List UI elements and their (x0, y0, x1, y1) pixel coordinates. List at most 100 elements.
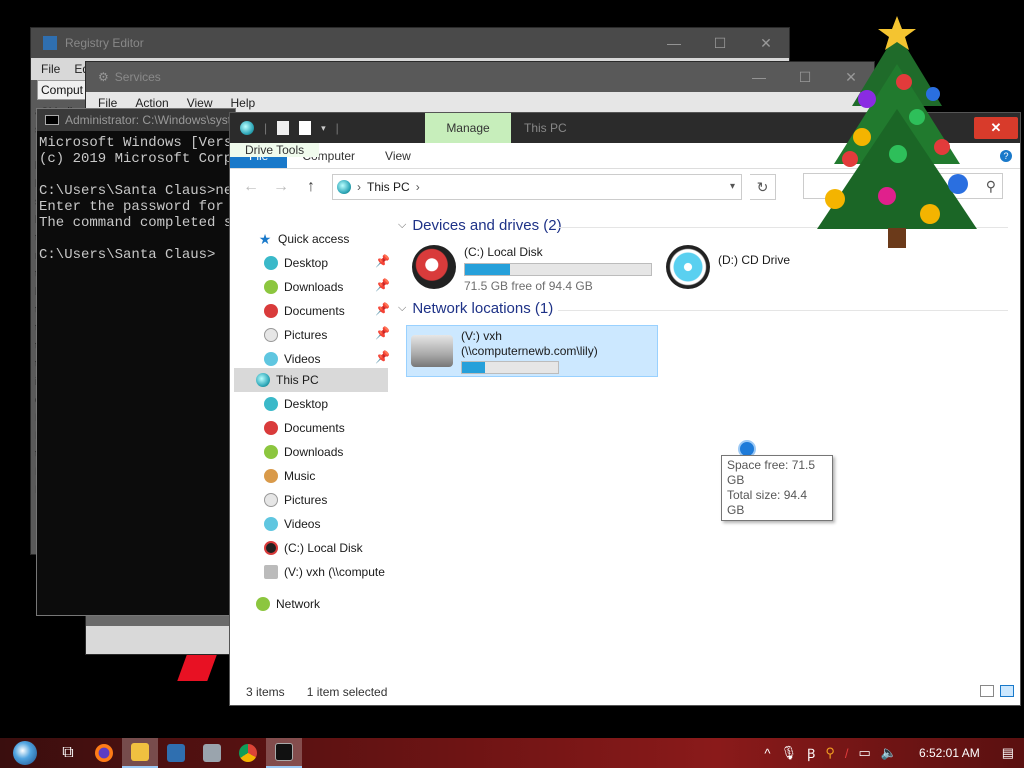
address-bar[interactable]: › This PC › ▾ (332, 174, 742, 200)
cmd-titlebar[interactable]: Administrator: C:\Windows\syst (37, 109, 235, 131)
network-drive-icon (411, 335, 453, 367)
back-icon[interactable]: ← (240, 178, 262, 196)
services-title: Services (114, 70, 161, 84)
breadcrumb-separator[interactable]: › (416, 180, 420, 194)
nav-qa-videos[interactable]: Videos (264, 348, 320, 370)
this-pc-icon (256, 373, 270, 387)
show-hidden-icons[interactable]: ^ (764, 746, 770, 761)
forward-icon[interactable]: → (270, 178, 292, 196)
local-disk-icon (264, 541, 278, 555)
pin-icon[interactable]: 📌 (375, 350, 390, 364)
drive-d[interactable]: (D:) CD Drive (666, 245, 790, 289)
drive-v-usage-bar (461, 361, 559, 374)
wallpaper-red-slash (177, 655, 217, 681)
taskbar-firefox[interactable] (86, 738, 122, 768)
windows-orb-icon (13, 741, 37, 765)
breadcrumb-this-pc[interactable]: This PC (367, 180, 410, 194)
drive-c[interactable]: (C:) Local Disk 71.5 GB free of 94.4 GB (412, 245, 652, 293)
search-icon: ⚲ (985, 178, 996, 194)
taskbar-command-prompt[interactable] (266, 738, 302, 768)
new-folder-icon[interactable] (299, 121, 312, 135)
documents-icon (264, 304, 278, 318)
pin-icon[interactable]: 📌 (375, 326, 390, 340)
search-tool-icon[interactable]: ⚲ (825, 745, 835, 761)
tooltip-total-size: Total size: 94.4 GB (727, 488, 808, 517)
tab-drive-tools[interactable]: Drive Tools (230, 143, 320, 157)
nav-label: Videos (284, 352, 321, 366)
status-selection: 1 item selected (306, 685, 388, 699)
nav-qa-downloads[interactable]: Downloads (264, 276, 343, 298)
tab-manage[interactable]: Manage (425, 113, 511, 143)
nav-pc-pictures[interactable]: Pictures (264, 489, 327, 511)
nav-this-pc[interactable]: This PC (256, 369, 319, 391)
drive-v[interactable]: (V:) vxh (\\computernewb.com\lily) (406, 325, 658, 377)
gear-icon: ⚙ (98, 70, 109, 84)
volume-icon[interactable]: 🔈 (881, 745, 897, 761)
minimize-icon[interactable]: — (736, 62, 782, 92)
drive-c-usage-bar (464, 263, 652, 276)
nav-label: Network (276, 597, 321, 611)
taskbar-chrome[interactable] (230, 738, 266, 768)
network-icon[interactable]: ▭ (859, 745, 871, 761)
taskbar-registry-editor[interactable] (158, 738, 194, 768)
tab-view[interactable]: View (370, 143, 426, 168)
system-tray: ^ 🎙 Ꞵ ⚲ / ▭ 🔈 6:52:01 AM ▤ (764, 738, 1024, 768)
minimize-icon[interactable]: — (651, 28, 697, 58)
this-pc-icon (337, 180, 351, 194)
cmd-output[interactable]: Microsoft Windows [Versi (c) 2019 Micros… (37, 131, 235, 267)
nav-pc-documents[interactable]: Documents (264, 417, 345, 439)
cmd-title: Administrator: C:\Windows\syst (65, 113, 232, 127)
pen-icon[interactable]: / (845, 746, 849, 761)
nav-quick-access[interactable]: ★ Quick access (258, 228, 350, 250)
status-item-count: 3 items (246, 685, 285, 699)
help-icon[interactable]: ? (1000, 149, 1012, 162)
taskbar-services[interactable] (194, 738, 230, 768)
star-icon: ★ (258, 230, 272, 247)
nav-pc-downloads[interactable]: Downloads (264, 441, 343, 463)
clock[interactable]: 6:52:01 AM (919, 746, 980, 760)
videos-icon (264, 352, 278, 366)
nav-pc-desktop[interactable]: Desktop (264, 393, 328, 415)
group-network-header[interactable]: ⌵ Network locations (1) (398, 300, 553, 317)
menu-file[interactable]: File (41, 62, 60, 76)
action-center-icon[interactable]: ▤ (1002, 745, 1014, 761)
command-prompt-window[interactable]: Administrator: C:\Windows\syst Microsoft… (36, 108, 236, 616)
taskbar-file-explorer[interactable] (122, 738, 158, 768)
nav-label: Quick access (278, 232, 350, 246)
nav-network[interactable]: Network (256, 593, 320, 615)
pin-icon[interactable]: 📌 (375, 302, 390, 316)
nav-pc-music[interactable]: Music (264, 465, 315, 487)
tiles-view-icon[interactable] (1000, 685, 1014, 697)
nav-qa-pictures[interactable]: Pictures (264, 324, 327, 346)
breadcrumb-separator[interactable]: › (357, 180, 361, 194)
nav-label: Downloads (284, 280, 344, 294)
task-view-button[interactable]: ⧉ (50, 738, 86, 768)
nav-pc-local-disk[interactable]: (C:) Local Disk (264, 537, 363, 559)
nav-pc-network-drive[interactable]: (V:) vxh (\\compute (264, 561, 385, 583)
pin-icon[interactable]: 📌 (375, 254, 390, 268)
firefox-icon (95, 744, 113, 762)
taskbar: ⧉ ^ 🎙 Ꞵ ⚲ / ▭ 🔈 6:52:01 AM ▤ (0, 738, 1024, 768)
desktop-icon (264, 256, 278, 270)
group-devices-header[interactable]: ⌵ Devices and drives (2) (398, 217, 562, 234)
desktop-icon (264, 397, 278, 411)
nav-qa-desktop[interactable]: Desktop (264, 252, 328, 274)
chevron-down-icon[interactable]: ▾ (730, 181, 735, 192)
up-icon[interactable]: ↑ (300, 178, 322, 196)
microphone-icon[interactable]: 🎙 (781, 745, 798, 761)
close-icon[interactable]: ✕ (743, 28, 789, 58)
maximize-icon[interactable]: ☐ (697, 28, 743, 58)
properties-icon[interactable] (277, 121, 290, 135)
tooltip-space-free: Space free: 71.5 GB (727, 458, 816, 487)
start-button[interactable] (0, 738, 50, 768)
pin-icon[interactable]: 📌 (375, 278, 390, 292)
nav-qa-documents[interactable]: Documents (264, 300, 345, 322)
details-view-icon[interactable] (980, 685, 994, 697)
chevron-down-icon: ⌵ (398, 219, 407, 231)
close-icon: ✕ (990, 120, 1002, 135)
nav-label: This PC (276, 373, 319, 387)
refresh-icon[interactable]: ↻ (750, 174, 776, 200)
chevron-down-icon[interactable]: ▾ (321, 123, 326, 134)
nav-pc-videos[interactable]: Videos (264, 513, 320, 535)
font-icon[interactable]: Ꞵ (807, 744, 815, 762)
